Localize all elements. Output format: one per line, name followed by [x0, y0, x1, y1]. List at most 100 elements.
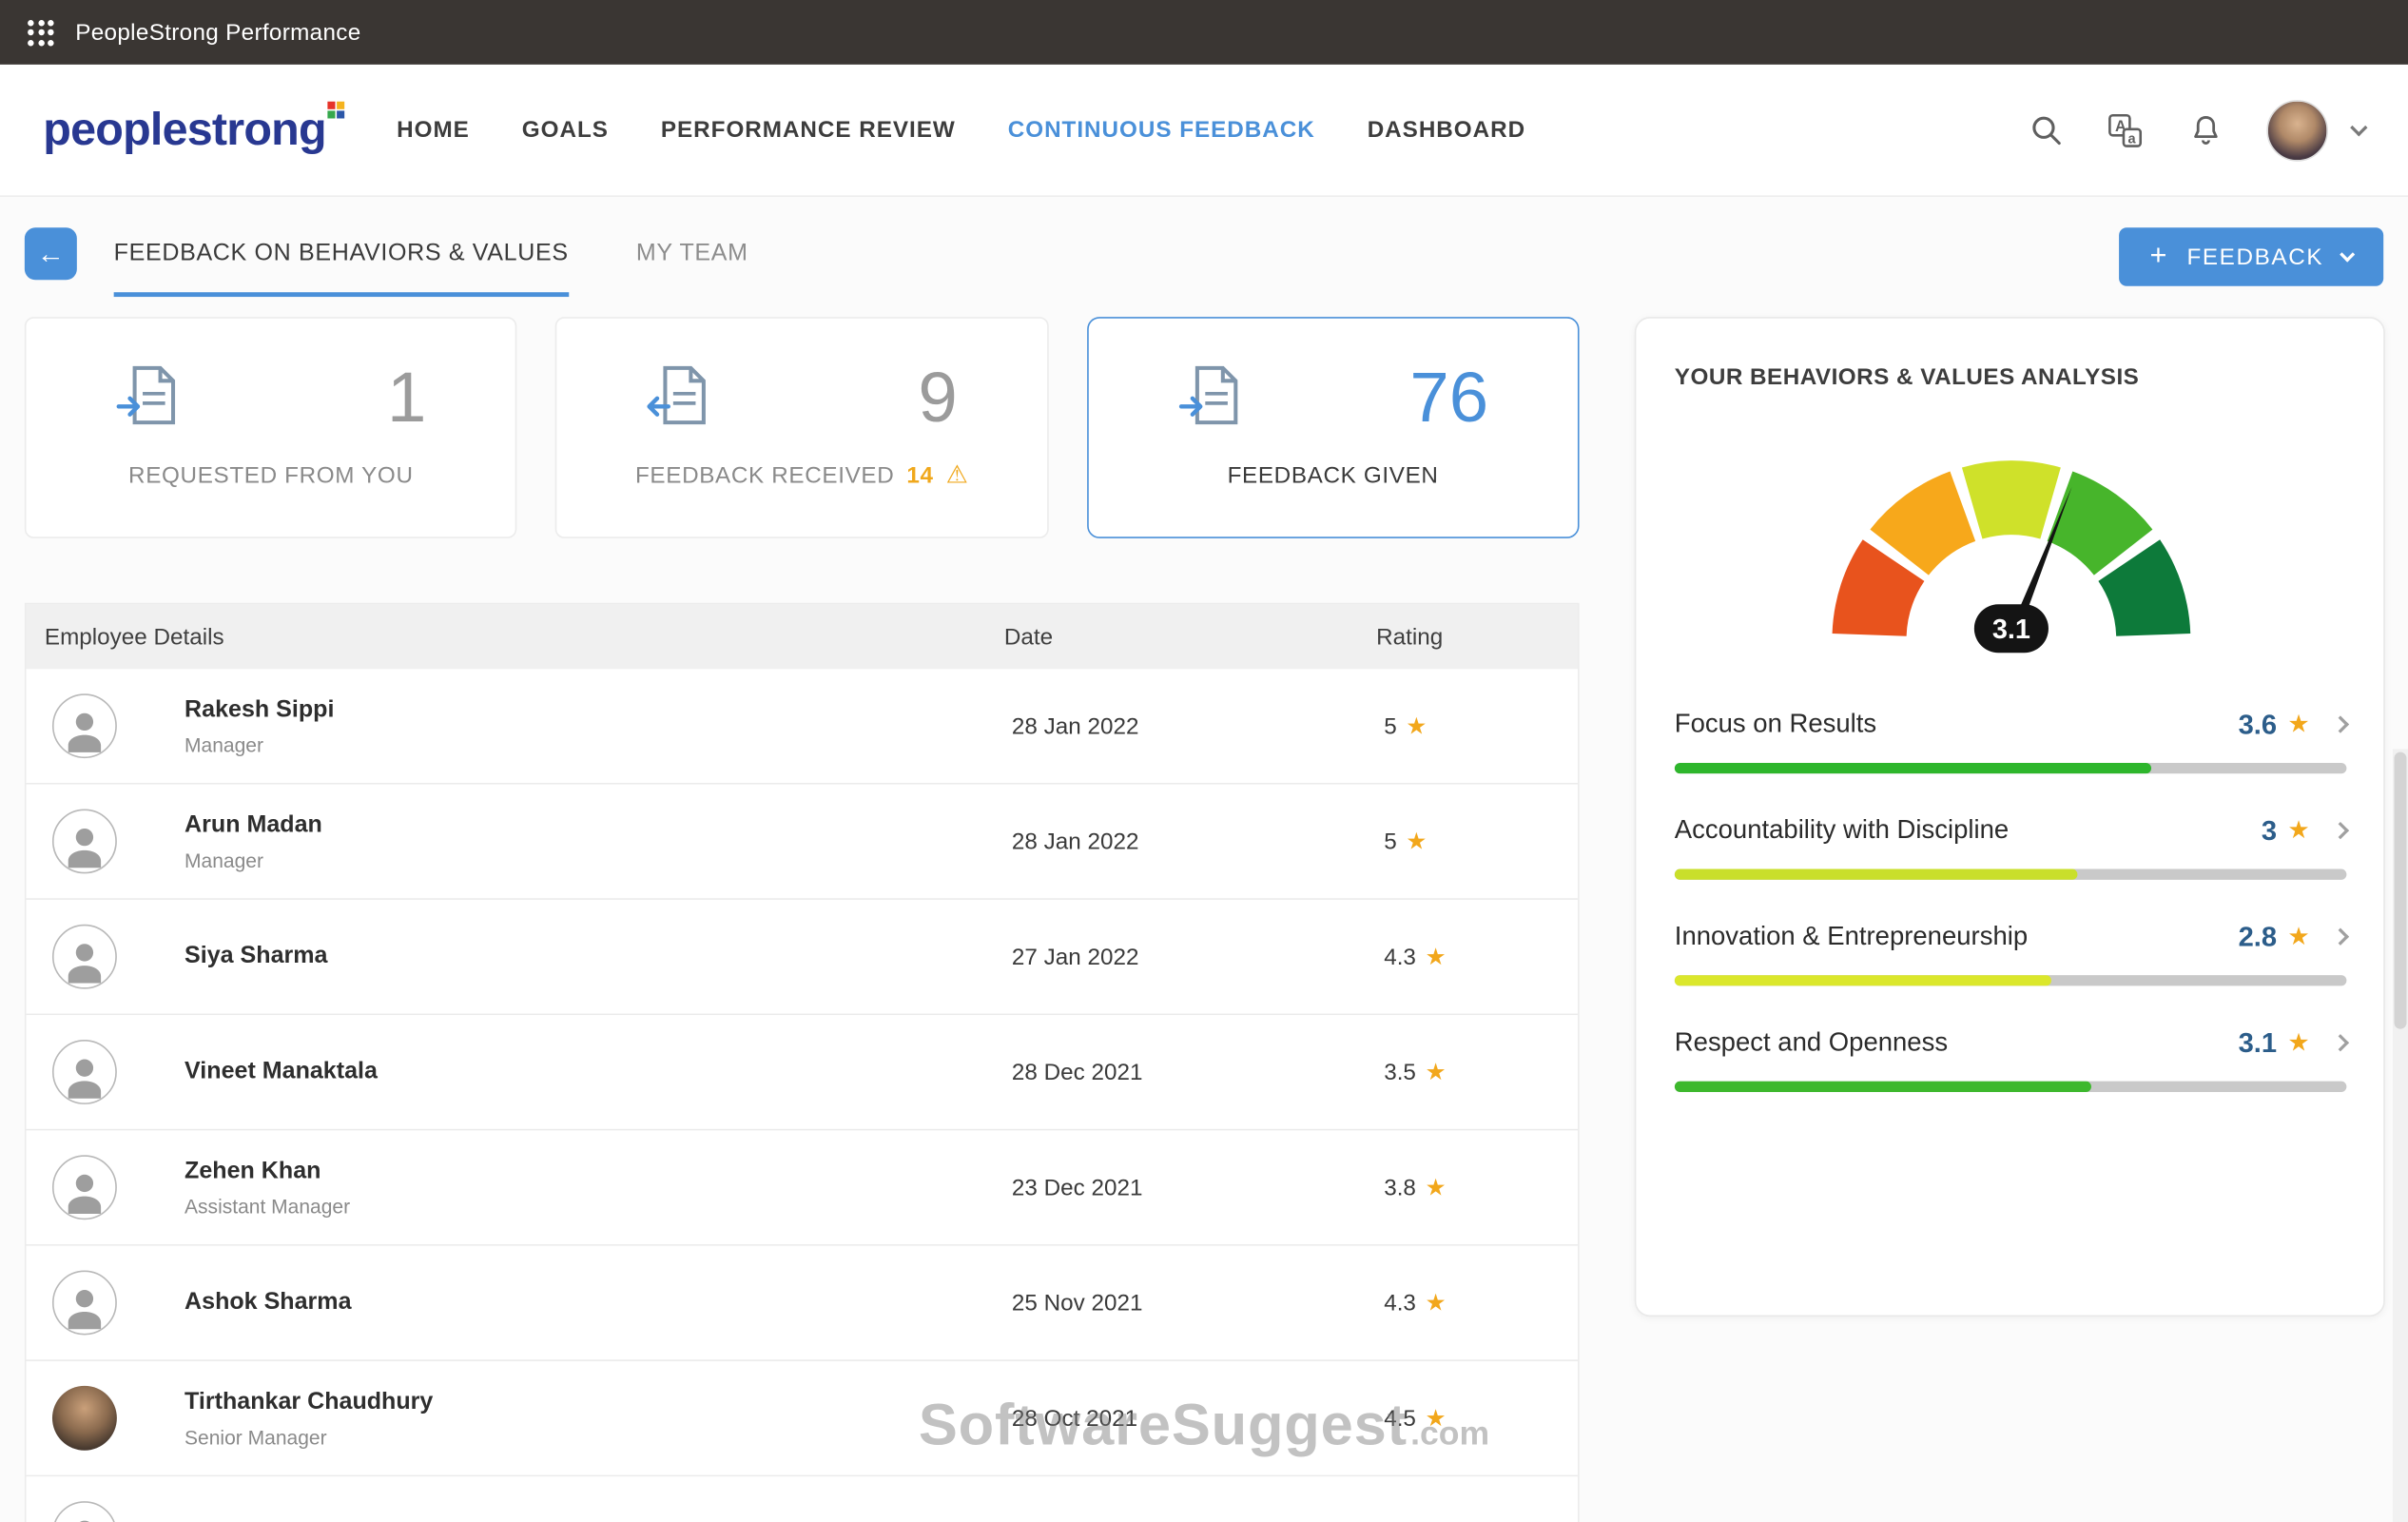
stat-value: 1 — [387, 356, 426, 439]
avatar — [52, 809, 117, 873]
table-row[interactable]: Tirthankar ChaudhurySenior Manager 28 Oc… — [26, 1361, 1577, 1476]
stat-value: 76 — [1409, 356, 1488, 439]
employee-title: Manager — [184, 732, 1012, 755]
metric-label: Innovation & Entrepreneurship — [1675, 922, 2028, 952]
star-icon: ★ — [1426, 1289, 1447, 1317]
avatar — [52, 925, 117, 989]
star-icon: ★ — [1426, 943, 1447, 970]
add-feedback-label: FEEDBACK — [2186, 244, 2323, 269]
metric-progress-track — [1675, 868, 2347, 879]
star-icon: ★ — [2287, 1027, 2309, 1058]
feedback-date: 28 Oct 2021 — [1012, 1405, 1384, 1431]
table-row[interactable]: Arun MadanManager 28 Jan 2022 5★ — [26, 785, 1577, 900]
avatar — [52, 693, 117, 758]
table-header: Employee Details Date Rating — [26, 604, 1577, 669]
feedback-date: 27 Jan 2022 — [1012, 944, 1384, 969]
feedback-doc-icon — [643, 359, 720, 436]
stat-card-feedback-received[interactable]: 9 FEEDBACK RECEIVED 14 ⚠ — [555, 317, 1048, 538]
scrollbar[interactable] — [2393, 749, 2408, 1522]
star-icon: ★ — [1426, 1404, 1447, 1432]
stat-card-requested-from-you[interactable]: 1 REQUESTED FROM YOU — [25, 317, 517, 538]
add-feedback-button[interactable]: + FEEDBACK — [2119, 227, 2383, 285]
tab-feedback-behaviors-values[interactable]: FEEDBACK ON BEHAVIORS & VALUES — [114, 224, 569, 297]
employee-name: Zehen Khan — [184, 1158, 1012, 1185]
stat-label: FEEDBACK RECEIVED 14 ⚠ — [557, 463, 1047, 489]
star-icon: ★ — [2287, 922, 2309, 952]
table-row[interactable]: Ashok Sharma 25 Nov 2021 4.3★ — [26, 1246, 1577, 1361]
star-icon: ★ — [1406, 828, 1427, 855]
user-menu[interactable] — [2266, 99, 2364, 161]
avatar — [52, 1501, 117, 1522]
metric-value: 3 — [2262, 814, 2277, 847]
feedback-date: 28 Jan 2022 — [1012, 829, 1384, 854]
avatar-photo — [52, 1386, 117, 1451]
stat-label: REQUESTED FROM YOU — [26, 463, 515, 489]
metric-label: Respect and Openness — [1675, 1027, 1948, 1058]
scrollbar-thumb[interactable] — [2395, 752, 2407, 1029]
nav-performance-review[interactable]: PERFORMANCE REVIEW — [661, 117, 956, 143]
metric-progress-track — [1675, 762, 2347, 772]
plus-icon: + — [2149, 240, 2168, 274]
col-date: Date — [1004, 624, 1376, 650]
chevron-right-icon[interactable] — [2332, 822, 2349, 839]
metric-progress-fill — [1675, 1081, 2091, 1091]
metric-respect-and-openness[interactable]: Respect and Openness 3.1 ★ — [1675, 1026, 2347, 1091]
star-icon: ★ — [1426, 1058, 1447, 1085]
feedback-rating: 5★ — [1384, 828, 1578, 855]
chevron-right-icon[interactable] — [2332, 928, 2349, 946]
nav-goals[interactable]: GOALS — [522, 117, 609, 143]
brand-logo-dots-icon — [327, 101, 345, 119]
tab-my-team[interactable]: MY TEAM — [636, 224, 748, 297]
translate-icon[interactable]: A a — [2107, 111, 2144, 148]
main-nav: HOME GOALS PERFORMANCE REVIEW CONTINUOUS… — [397, 117, 1525, 143]
metric-progress-fill — [1675, 868, 2078, 879]
table-row[interactable]: Vineet Manaktala 28 Dec 2021 3.5★ — [26, 1015, 1577, 1130]
metric-innovation-entrepreneurship[interactable]: Innovation & Entrepreneurship 2.8 ★ — [1675, 921, 2347, 985]
metric-accountability-with-discipline[interactable]: Accountability with Discipline 3 ★ — [1675, 814, 2347, 879]
col-rating: Rating — [1376, 624, 1578, 650]
employee-title: Senior Manager — [184, 1425, 1012, 1448]
employee-name: Siya Sharma — [184, 943, 1012, 970]
employee-name: Ashok Sharma — [184, 1289, 1012, 1317]
chevron-right-icon[interactable] — [2332, 1034, 2349, 1051]
page-toolbar: ← FEEDBACK ON BEHAVIORS & VALUES MY TEAM… — [0, 197, 2408, 307]
back-button[interactable]: ← — [25, 227, 77, 280]
col-employee-details: Employee Details — [45, 624, 1004, 650]
feedback-date: 23 Dec 2021 — [1012, 1175, 1384, 1200]
metric-label: Accountability with Discipline — [1675, 815, 2009, 846]
chevron-down-icon — [2340, 246, 2355, 262]
avatar — [52, 1271, 117, 1336]
app-grid-icon[interactable] — [28, 19, 53, 45]
metric-value: 3.1 — [2239, 1026, 2277, 1059]
table-row[interactable]: Rakesh SippiManager 28 Jan 2022 5★ — [26, 669, 1577, 784]
stat-value: 9 — [918, 356, 957, 439]
nav-home[interactable]: HOME — [397, 117, 470, 143]
stat-card-feedback-given[interactable]: 76 FEEDBACK GIVEN — [1087, 317, 1580, 538]
metric-progress-fill — [1675, 974, 2051, 985]
metric-focus-on-results[interactable]: Focus on Results 3.6 ★ — [1675, 709, 2347, 773]
feedback-rating: 4.3★ — [1384, 943, 1578, 970]
app-title: PeopleStrong Performance — [75, 19, 360, 45]
employee-title: Assistant Manager — [184, 1195, 1012, 1218]
metric-label: Focus on Results — [1675, 710, 1876, 740]
user-avatar[interactable] — [2266, 99, 2328, 161]
gauge-value: 3.1 — [1991, 615, 2029, 645]
feedback-rating: 4.5★ — [1384, 1404, 1578, 1432]
nav-continuous-feedback[interactable]: CONTINUOUS FEEDBACK — [1008, 117, 1315, 143]
feedback-rating: 3.5★ — [1384, 1058, 1578, 1085]
avatar — [52, 1040, 117, 1104]
star-icon: ★ — [1426, 1174, 1447, 1201]
table-row[interactable]: Siya Sharma 27 Jan 2022 4.3★ — [26, 900, 1577, 1015]
search-icon[interactable] — [2027, 111, 2064, 148]
notifications-bell-icon[interactable] — [2186, 111, 2224, 148]
star-icon: ★ — [2287, 710, 2309, 740]
chevron-right-icon[interactable] — [2332, 716, 2349, 733]
star-icon: ★ — [1406, 712, 1427, 740]
feedback-doc-icon — [112, 359, 189, 436]
star-icon: ★ — [2287, 815, 2309, 846]
nav-dashboard[interactable]: DASHBOARD — [1368, 117, 1525, 143]
stat-label: FEEDBACK GIVEN — [1088, 463, 1578, 489]
brand-logo[interactable]: peoplestrong — [43, 104, 326, 156]
table-row[interactable]: Zehen KhanAssistant Manager 23 Dec 2021 … — [26, 1130, 1577, 1245]
table-row[interactable]: deepak bhatt ★ — [26, 1476, 1577, 1522]
